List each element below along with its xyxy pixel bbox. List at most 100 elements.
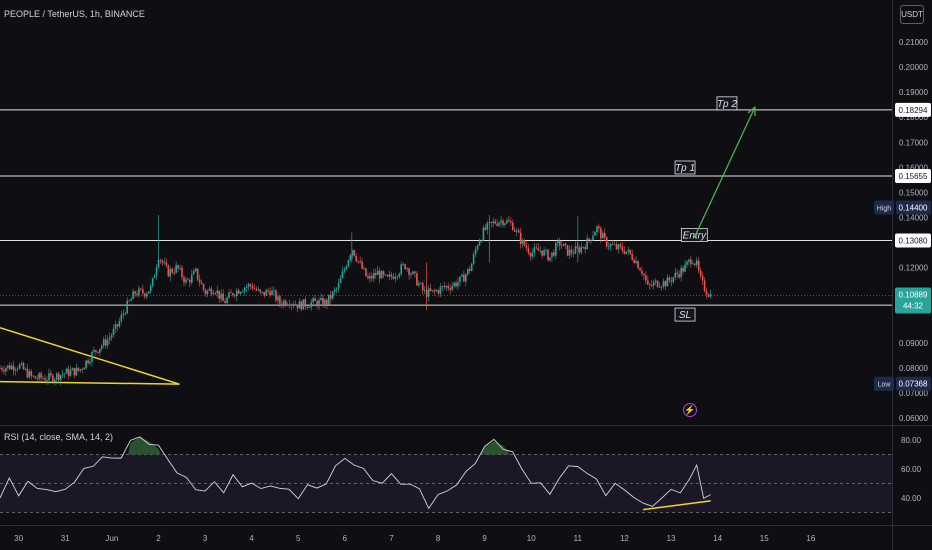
candle bbox=[617, 244, 620, 250]
candle bbox=[660, 286, 663, 288]
candle bbox=[396, 276, 399, 278]
candle bbox=[73, 368, 76, 376]
candle bbox=[312, 298, 314, 303]
price-pane[interactable] bbox=[0, 0, 892, 425]
candle bbox=[142, 289, 144, 294]
candle bbox=[437, 290, 440, 294]
candle bbox=[656, 280, 659, 287]
flash-icon[interactable]: ⚡ bbox=[683, 403, 697, 417]
rsi-indicator-title[interactable]: RSI (14, close, SMA, 14, 2) bbox=[4, 432, 113, 442]
candle bbox=[455, 282, 457, 287]
candle bbox=[243, 287, 246, 292]
candle bbox=[286, 304, 289, 306]
time-tick-label: 10 bbox=[527, 534, 536, 543]
candle bbox=[335, 288, 338, 290]
candle bbox=[333, 289, 336, 292]
candle bbox=[447, 286, 449, 289]
candle bbox=[453, 282, 455, 287]
candle bbox=[408, 268, 410, 275]
candle bbox=[16, 368, 19, 370]
candle bbox=[666, 277, 669, 287]
candle bbox=[108, 337, 111, 340]
candle bbox=[609, 243, 612, 247]
candle bbox=[147, 291, 150, 294]
time-tick-label: 3 bbox=[203, 534, 208, 543]
candle bbox=[363, 268, 365, 270]
price-tick-label: 0.08000 bbox=[899, 364, 928, 373]
candle bbox=[71, 368, 74, 371]
candle bbox=[684, 264, 686, 272]
candle bbox=[705, 291, 708, 295]
candle bbox=[492, 221, 495, 223]
candle bbox=[343, 268, 346, 272]
candle bbox=[574, 246, 577, 254]
candle bbox=[132, 291, 134, 299]
candle bbox=[695, 260, 698, 265]
candle bbox=[410, 274, 412, 275]
candle bbox=[349, 255, 352, 261]
price-tick-label: 0.21000 bbox=[899, 38, 928, 47]
candle bbox=[441, 285, 444, 287]
rsi-tick-label: 60.00 bbox=[901, 465, 922, 474]
candle bbox=[414, 271, 416, 274]
candle bbox=[30, 371, 33, 376]
candle bbox=[55, 373, 58, 380]
candle bbox=[224, 301, 226, 304]
price-chart[interactable]: 0.210000.200000.190000.180000.170000.160… bbox=[0, 0, 932, 550]
candle bbox=[688, 259, 690, 262]
candle bbox=[273, 290, 275, 292]
candle bbox=[635, 261, 637, 263]
candle bbox=[185, 279, 187, 283]
symbol-title: PEOPLE / TetherUS, 1h, BINANCE bbox=[4, 9, 145, 19]
price-tick-label: 0.14000 bbox=[899, 213, 928, 222]
candle bbox=[241, 291, 244, 293]
candle bbox=[355, 256, 358, 262]
candle bbox=[670, 280, 673, 282]
candle bbox=[267, 290, 269, 292]
candle bbox=[457, 282, 459, 287]
candle bbox=[531, 252, 534, 257]
candle bbox=[59, 375, 62, 381]
candle bbox=[259, 289, 262, 293]
candle bbox=[451, 286, 453, 290]
currency-button[interactable]: USDT bbox=[900, 5, 924, 24]
candle bbox=[461, 274, 463, 277]
candle bbox=[245, 286, 248, 288]
candle bbox=[85, 360, 87, 368]
candle bbox=[596, 226, 598, 232]
candle bbox=[237, 290, 240, 294]
candle bbox=[251, 285, 254, 289]
candle bbox=[128, 300, 130, 302]
candle bbox=[257, 289, 260, 291]
candle bbox=[320, 297, 322, 301]
price-tick-label: 0.17000 bbox=[899, 138, 928, 147]
candle bbox=[63, 373, 66, 375]
time-tick-label: 8 bbox=[436, 534, 441, 543]
candle bbox=[263, 291, 266, 296]
candle bbox=[594, 231, 596, 236]
candle bbox=[369, 275, 371, 279]
candle bbox=[631, 253, 633, 260]
candle bbox=[75, 367, 78, 376]
candle bbox=[697, 260, 700, 271]
candle bbox=[652, 282, 655, 286]
time-tick-label: 6 bbox=[343, 534, 348, 543]
candle bbox=[367, 276, 369, 279]
candle bbox=[296, 304, 299, 309]
candle bbox=[155, 267, 158, 276]
candle bbox=[46, 380, 48, 381]
candle bbox=[230, 292, 232, 294]
candle bbox=[279, 296, 281, 304]
candle bbox=[605, 237, 608, 247]
candle bbox=[253, 288, 256, 290]
candle bbox=[361, 261, 363, 269]
candle bbox=[100, 345, 103, 349]
candle bbox=[463, 274, 465, 282]
candle bbox=[247, 284, 250, 287]
candle bbox=[326, 299, 328, 305]
candle bbox=[676, 272, 678, 275]
candle bbox=[633, 259, 635, 263]
candle bbox=[525, 245, 528, 249]
candle bbox=[400, 264, 403, 274]
candle bbox=[165, 262, 168, 266]
